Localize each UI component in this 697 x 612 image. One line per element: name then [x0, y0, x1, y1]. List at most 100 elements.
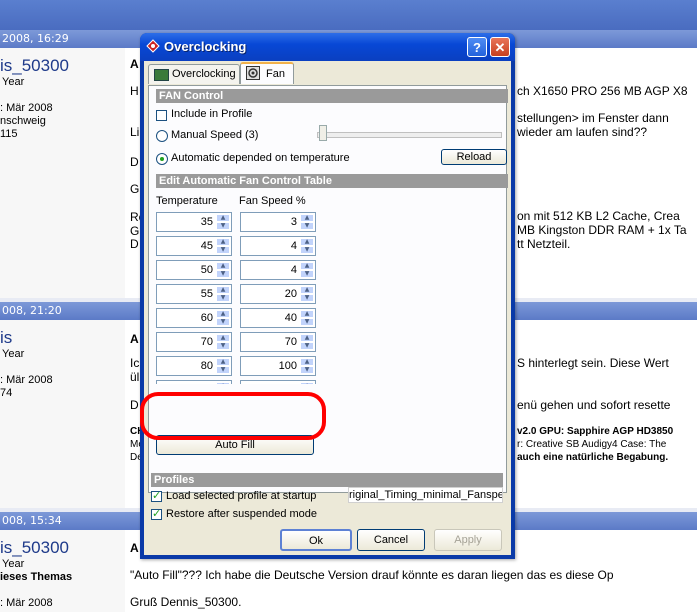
- post-text: auch eine natürliche Begabung.: [517, 452, 669, 463]
- close-button[interactable]: ✕: [490, 37, 510, 57]
- fan-speed-spinner[interactable]: 100▲▼: [240, 356, 316, 376]
- auto-temp-radio[interactable]: [156, 153, 168, 165]
- startup-profile-field[interactable]: riginal_Timing_minimal_Fanspee: [348, 487, 503, 503]
- post-text: tt Netzteil.: [517, 237, 571, 251]
- profiles-header: Profiles: [151, 473, 503, 487]
- fan-speed-spinner[interactable]: 70 ▲ ▼: [240, 332, 316, 352]
- temperature-spinner[interactable]: 35 ▲ ▼: [156, 212, 232, 232]
- spinner-value: 4: [290, 264, 297, 276]
- temperature-spinner[interactable]: 80 ▲ ▼: [156, 356, 232, 376]
- up-arrow-icon[interactable]: ▲: [300, 358, 314, 366]
- temperature-spinner[interactable]: 45 ▲ ▼: [156, 236, 232, 256]
- ok-button[interactable]: Ok: [280, 529, 352, 551]
- down-arrow-icon[interactable]: ▼: [216, 366, 230, 374]
- post-initial: A: [130, 541, 139, 555]
- window-title: Overclocking: [164, 39, 247, 54]
- up-arrow-icon[interactable]: ▲: [300, 262, 314, 270]
- up-arrow-icon[interactable]: ▲: [216, 214, 230, 222]
- manual-speed-radio[interactable]: [156, 130, 168, 142]
- post-initial: A: [130, 332, 139, 346]
- load-startup-checkbox[interactable]: [151, 489, 162, 502]
- slider-thumb[interactable]: [319, 125, 327, 141]
- down-arrow-icon[interactable]: ▼: [300, 366, 314, 374]
- post-username[interactable]: is_50300: [0, 56, 69, 76]
- fan-speed-spinner[interactable]: 40 ▲ ▼: [240, 308, 316, 328]
- title-bar[interactable]: Overclocking ? ✕: [140, 33, 515, 61]
- down-arrow-icon[interactable]: ▼: [216, 342, 230, 350]
- fan-speed-spinner[interactable]: 4 ▲ ▼: [240, 260, 316, 280]
- up-arrow-icon[interactable]: ▲: [216, 286, 230, 294]
- up-arrow-icon[interactable]: ▲: [300, 334, 314, 342]
- tab-overclocking[interactable]: Overclocking: [148, 64, 240, 84]
- fan-speed-spinner[interactable]: 20 ▲ ▼: [240, 284, 316, 304]
- up-arrow-icon[interactable]: ▲: [216, 262, 230, 270]
- post-text: v2.0 GPU: Sapphire AGP HD3850: [517, 426, 674, 437]
- fan-icon: [246, 66, 260, 80]
- spinner-value: 70: [200, 336, 213, 348]
- temperature-spinner[interactable]: 60 ▲ ▼: [156, 308, 232, 328]
- spinner-value: 4: [290, 240, 297, 252]
- fan-speed-spinner[interactable]: 4 ▲ ▼: [240, 236, 316, 256]
- user-rank: Year: [2, 348, 25, 360]
- user-joined: : Mär 2008: [0, 597, 53, 609]
- up-arrow-icon[interactable]: ▲: [216, 358, 230, 366]
- user-joined: : Mär 2008: [0, 102, 53, 114]
- fan-speed-spinner[interactable]: 3 ▲ ▼: [240, 212, 316, 232]
- temperature-spinner[interactable]: 100▲▼: [156, 380, 232, 384]
- down-arrow-icon[interactable]: ▼: [216, 294, 230, 302]
- include-profile-checkbox[interactable]: [156, 110, 167, 121]
- spinner-value: 50: [200, 264, 213, 276]
- down-arrow-icon[interactable]: ▼: [300, 222, 314, 230]
- tab-label: Fan: [266, 68, 285, 80]
- down-arrow-icon[interactable]: ▼: [216, 318, 230, 326]
- restore-checkbox[interactable]: [151, 507, 162, 520]
- down-arrow-icon[interactable]: ▼: [216, 246, 230, 254]
- post-initial: Ic: [130, 356, 140, 370]
- spinner-value: 80: [200, 360, 213, 372]
- fan-speed-spinner[interactable]: 100▲▼: [240, 380, 316, 384]
- reload-button[interactable]: Reload: [441, 149, 507, 165]
- up-arrow-icon[interactable]: ▲: [300, 382, 314, 384]
- cancel-button[interactable]: Cancel: [357, 529, 425, 551]
- post-text: "Auto Fill"??? Ich habe die Deutsche Ver…: [130, 568, 614, 582]
- manual-speed-slider[interactable]: [317, 132, 502, 138]
- up-arrow-icon[interactable]: ▲: [216, 334, 230, 342]
- temperature-spinner[interactable]: 55 ▲ ▼: [156, 284, 232, 304]
- down-arrow-icon[interactable]: ▼: [300, 342, 314, 350]
- user-post-count: 115: [0, 128, 18, 140]
- post-username[interactable]: is: [0, 328, 12, 348]
- fan-table-header: Edit Automatic Fan Control Table: [156, 174, 508, 188]
- up-arrow-icon[interactable]: ▲: [216, 310, 230, 318]
- down-arrow-icon[interactable]: ▼: [300, 270, 314, 278]
- post-text: r: Creative SB Audigy4 Case: The: [517, 439, 667, 450]
- post-username[interactable]: is_50300: [0, 538, 69, 558]
- temperature-spinner[interactable]: 50 ▲ ▼: [156, 260, 232, 280]
- spinner-value: 45: [200, 240, 213, 252]
- up-arrow-icon[interactable]: ▲: [216, 382, 230, 384]
- temperature-column-label: Temperature: [156, 195, 218, 207]
- post-initial: D: [130, 237, 139, 251]
- up-arrow-icon[interactable]: ▲: [216, 238, 230, 246]
- down-arrow-icon[interactable]: ▼: [216, 270, 230, 278]
- post-initial: G: [130, 224, 140, 238]
- up-arrow-icon[interactable]: ▲: [300, 310, 314, 318]
- tab-fan[interactable]: Fan: [240, 62, 294, 84]
- spinner-value: 20: [284, 288, 297, 300]
- overclocking-window: Overclocking ? ✕ Overclocking Fan FAN Co…: [140, 33, 515, 559]
- spinner-value: 40: [284, 312, 297, 324]
- apply-button[interactable]: Apply: [434, 529, 502, 551]
- down-arrow-icon[interactable]: ▼: [216, 222, 230, 230]
- temperature-spinner[interactable]: 70 ▲ ▼: [156, 332, 232, 352]
- forum-top-bar: [0, 0, 697, 30]
- spinner-value: 100: [278, 360, 297, 372]
- tab-label: Overclocking: [172, 68, 236, 80]
- up-arrow-icon[interactable]: ▲: [300, 286, 314, 294]
- up-arrow-icon[interactable]: ▲: [300, 238, 314, 246]
- down-arrow-icon[interactable]: ▼: [300, 318, 314, 326]
- help-button[interactable]: ?: [467, 37, 487, 57]
- down-arrow-icon[interactable]: ▼: [300, 294, 314, 302]
- up-arrow-icon[interactable]: ▲: [300, 214, 314, 222]
- fan-table-scroll[interactable]: 35 ▲ ▼ 3 ▲ ▼ 45 ▲ ▼ 4 ▲ ▼ 50 ▲ ▼ 4 ▲ ▼ 55 ▲ ▼ 20 ▲ ▼ 60 ▲…: [156, 212, 322, 384]
- down-arrow-icon[interactable]: ▼: [300, 246, 314, 254]
- post-text: S hinterlegt sein. Diese Wert: [517, 356, 669, 370]
